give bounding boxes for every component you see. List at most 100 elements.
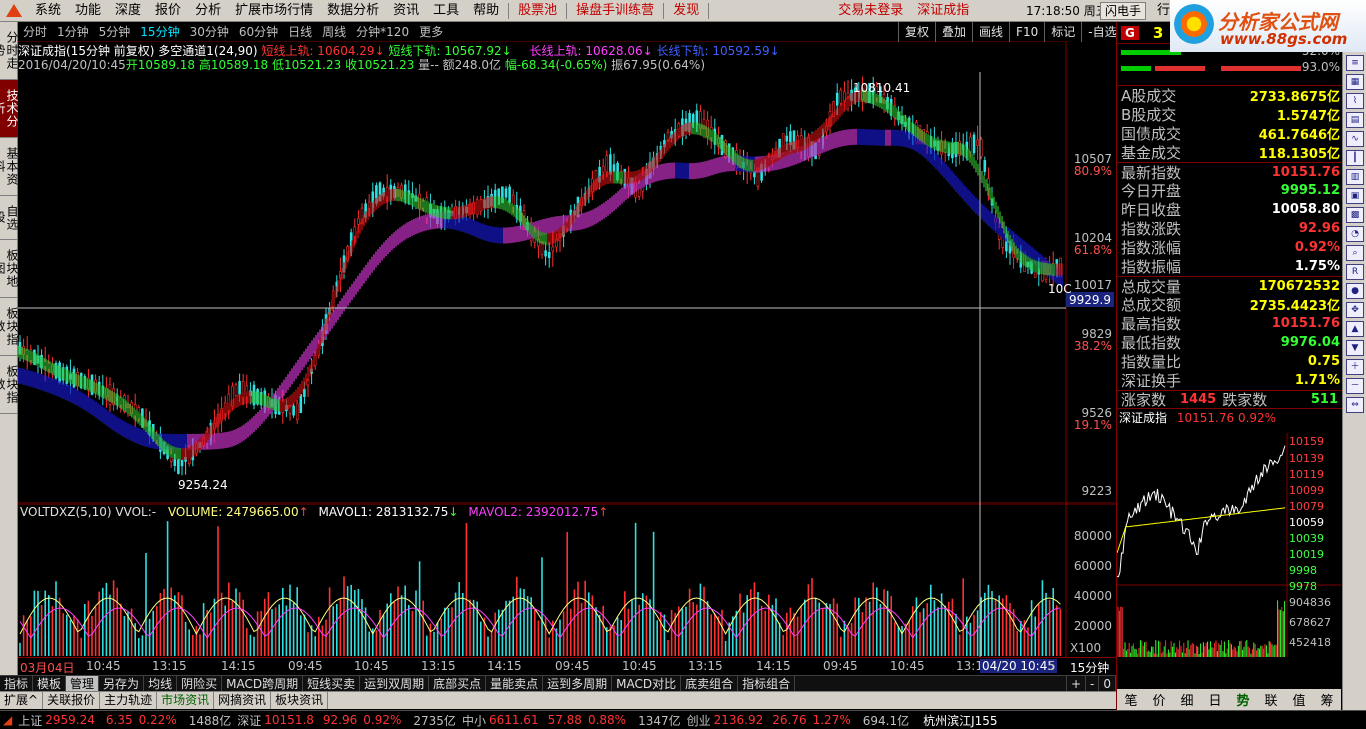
cy-label: 创业 [686,713,711,728]
toolbar-rsi-icon[interactable]: R [1346,264,1364,280]
rp-row: 今日开盘 9995.12 [1117,181,1342,200]
menu-function[interactable]: 功能 [68,0,108,22]
toolbar-zoom-in-icon[interactable]: ＋ [1346,359,1364,375]
mini-tab-day[interactable]: 日 [1208,690,1221,709]
leftnav-sector-index-2[interactable]: 板块指数 [0,356,19,414]
volume-chart[interactable]: 80000 60000 40000 20000 X100 VOLTDXZ(5,1… [18,504,1116,657]
toolbar-line-icon[interactable]: ∿ [1346,131,1364,147]
period-30min[interactable]: 30分钟 [185,23,234,40]
time-tick: 13:15 [688,659,723,673]
toolbar-zoom-out-icon[interactable]: － [1346,378,1364,394]
leftnav-watchlist[interactable]: 自选股 [0,196,19,240]
period-5min[interactable]: 5分钟 [94,23,136,40]
toolbar-move-icon[interactable]: ✥ [1346,302,1364,318]
toolbar-grid-icon[interactable]: ▦ [1346,74,1364,90]
period-15min[interactable]: 15分钟 [135,23,184,40]
tab-market-news[interactable]: 市场资讯 [157,692,215,709]
toolbar-bar-icon[interactable]: ▥ [1346,169,1364,185]
flash-trade-button[interactable]: 闪电手 [1100,2,1147,20]
menu-quote[interactable]: 报价 [148,0,188,22]
mark-button[interactable]: 标记 [1044,22,1081,42]
candle-body [839,89,843,104]
candle-body [234,384,238,397]
toolbar-pie-icon[interactable]: ◔ [1346,226,1364,242]
toolbar-stop-icon[interactable]: ● [1346,283,1364,299]
candle-body [609,154,612,175]
toolbar-kline-icon[interactable]: ┃ [1346,150,1364,166]
rp-row-value: 92.96 [1298,221,1340,236]
pct-tick-38.2: 38.2% [1074,339,1112,353]
trade-login-status[interactable]: 交易未登录 [831,0,910,22]
f10-button[interactable]: F10 [1009,22,1044,42]
tab-related-quote[interactable]: 关联报价 [43,692,101,709]
period-1min[interactable]: 1分钟 [52,23,94,40]
mini-tab-detail[interactable]: 细 [1180,690,1193,709]
draw-line-button[interactable]: 画线 [972,22,1009,42]
period-more[interactable]: 更多 [414,23,448,40]
toolbar-pan-icon[interactable]: ⇔ [1346,397,1364,413]
tab-main-force[interactable]: 主力轨迹 [100,692,158,709]
toolbar-chart-icon[interactable]: ⌇ [1346,93,1364,109]
time-tick: 14:15 [487,659,522,673]
menu-stock-pool[interactable]: 股票池 [511,0,564,22]
tab-sector-news[interactable]: 板块资讯 [271,692,329,709]
leftnav-intraday[interactable]: 分时走势 [0,22,19,80]
info-change: 幅-68.34(-0.65%) [504,58,608,72]
clock: 17:18:50 周五 [1026,4,1108,18]
info-high: 高10589.18 [198,58,269,72]
candle-body [508,186,511,203]
overlay-button[interactable]: 叠加 [935,22,972,42]
mini-tab-value[interactable]: 值 [1292,690,1305,709]
period-intraday[interactable]: 分时 [18,23,52,40]
menu-news[interactable]: 资讯 [386,0,426,22]
mini-tab-trend[interactable]: 势 [1236,690,1249,709]
main-kline-chart[interactable]: 10507 80.9% 10204 61.8% 10017 9829 38.2%… [18,42,1116,504]
toolbar-up-icon[interactable]: ▲ [1346,321,1364,337]
menu-depth[interactable]: 深度 [108,0,148,22]
mini-axis-tick: 9978 [1289,580,1317,593]
rp-row: 基金成交 118.1305亿 [1117,143,1342,162]
toolbar-calc-icon[interactable]: ▩ [1346,207,1364,223]
leftnav-fundamentals[interactable]: 基本资料 [0,138,19,196]
menu-discover[interactable]: 发现 [666,0,706,22]
trough-price-label: 9254.24 [178,478,228,492]
toolbar-news-icon[interactable]: ▣ [1346,188,1364,204]
vol-unit: X100 [1070,641,1101,655]
candle-body [177,459,180,474]
mini-tab-tick[interactable]: 笔 [1124,690,1137,709]
menu-data-analysis[interactable]: 数据分析 [320,0,386,22]
info-long-down: 长线下轨: 10592.59 [656,44,770,58]
period-daily[interactable]: 日线 [283,23,317,40]
period-weekly[interactable]: 周线 [317,23,351,40]
time-tick: 14:15 [221,659,256,673]
mini-tab-price[interactable]: 价 [1152,690,1165,709]
chart-info: 深证成指(15分钟 前复权) 多空通道1(24,90) 短线上轨: 10604.… [18,44,1068,72]
toolbar-search-icon[interactable]: ⌕ [1346,245,1364,261]
period-120min[interactable]: 分钟*120 [351,23,414,40]
intraday-mini-chart[interactable]: 10159 10139 10119 10099 10079 10059 10039 10019… [1117,433,1341,657]
menu-training-camp[interactable]: 操盘手训练营 [569,0,661,22]
leftnav-technical[interactable]: 技术分析 [0,80,19,138]
time-tick: 5 [1048,659,1056,673]
toolbar-down-icon[interactable]: ▼ [1346,340,1364,356]
restore-rights-button[interactable]: 复权 [898,22,935,42]
menu-analysis[interactable]: 分析 [188,0,228,22]
brand-url: www.88gs.com [1220,30,1348,48]
menu-help[interactable]: 帮助 [466,0,506,22]
toolbar-list-icon[interactable]: ≡ [1346,55,1364,71]
mini-tab-chips[interactable]: 筹 [1320,690,1333,709]
menu-extended-market[interactable]: 扩展市场行情 [228,0,320,22]
left-nav: 分时走势 技术分析 基本资料 自选股 板块地图 板块指数 板块指数 [0,22,19,690]
vol-tick-40000: 40000 [1074,589,1112,603]
period-60min[interactable]: 60分钟 [234,23,283,40]
tab-expand[interactable]: 扩展^ [0,692,44,709]
tab-web-news[interactable]: 网摘资讯 [214,692,272,709]
leftnav-sector-index[interactable]: 板块指数 [0,298,19,356]
cy-change: 26.76 [772,713,807,727]
menu-system[interactable]: 系统 [28,0,68,22]
leftnav-sector-map[interactable]: 板块地图 [0,240,19,298]
toolbar-table-icon[interactable]: ▤ [1346,112,1364,128]
menu-tools[interactable]: 工具 [426,0,466,22]
mini-tab-link[interactable]: 联 [1264,690,1277,709]
rp-row: 指数涨跌 92.96 [1117,219,1342,238]
